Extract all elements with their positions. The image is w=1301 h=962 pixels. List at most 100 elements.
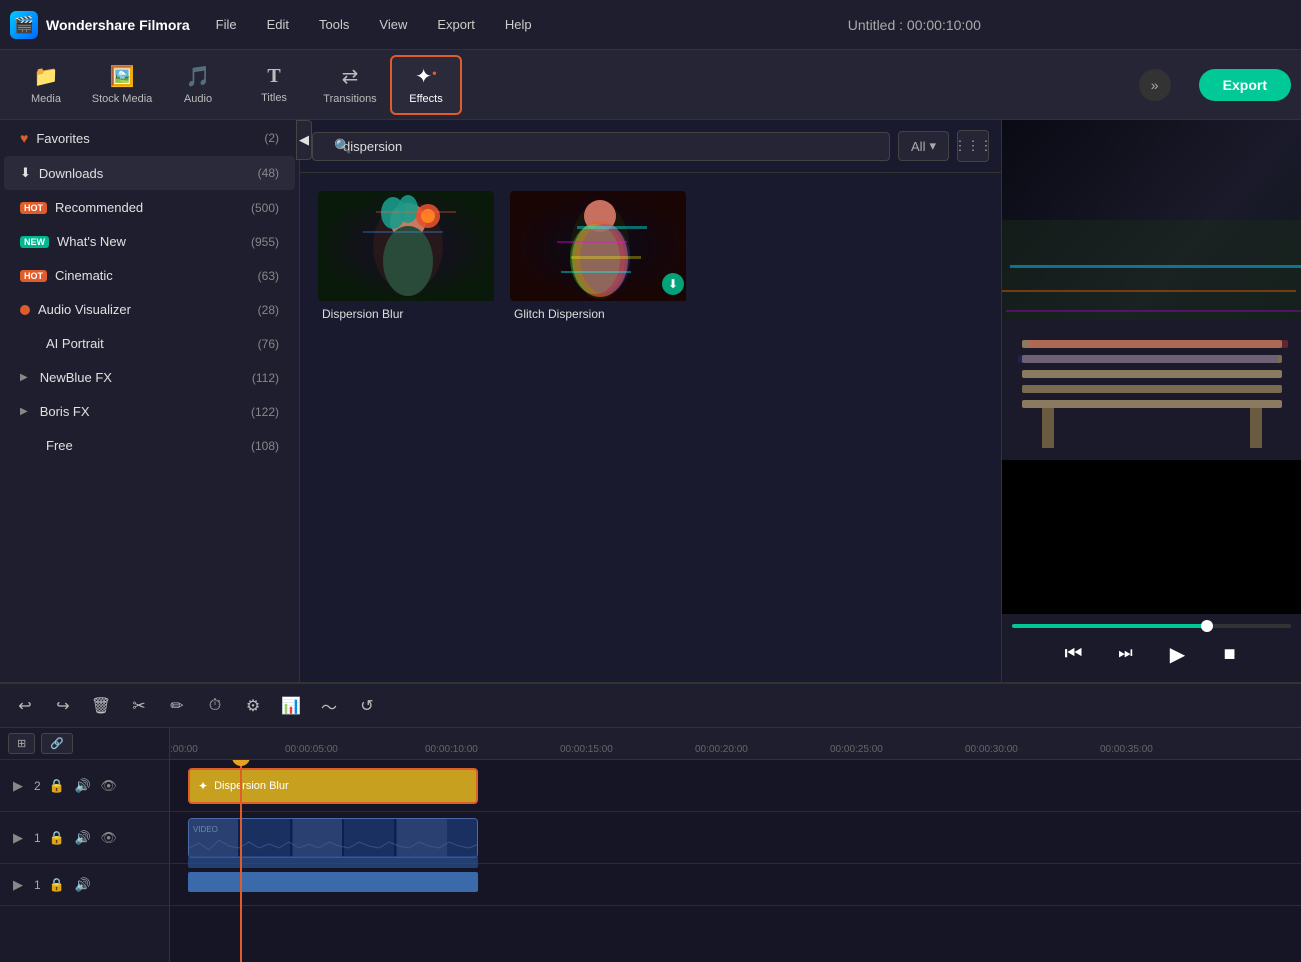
audio-lock[interactable]: 🔒 (47, 875, 67, 895)
effect-thumb-glitch-dispersion: ⬇ (510, 191, 688, 301)
menu-edit[interactable]: Edit (261, 13, 295, 36)
sidebar-item-newblue-fx[interactable]: ▶ NewBlue FX (112) (4, 361, 295, 394)
track-1-number: 1 (34, 831, 41, 845)
clip-star-icon: ✦ (198, 779, 208, 793)
toolbar-transitions[interactable]: ⇄ Transitions (314, 55, 386, 115)
sidebar-item-ai-portrait[interactable]: AI Portrait (76) (4, 327, 295, 360)
search-input[interactable] (312, 132, 890, 161)
menu-file[interactable]: File (210, 13, 243, 36)
sidebar-item-audio-visualizer[interactable]: Audio Visualizer (28) (4, 293, 295, 326)
track-1-audio[interactable]: 🔊 (73, 828, 93, 848)
menu-export[interactable]: Export (431, 13, 481, 36)
audio-levels-button[interactable]: 📊 (276, 691, 306, 721)
track-lane-2[interactable]: ✦ Dispersion Blur (170, 760, 1301, 812)
boris-count: (122) (251, 405, 279, 419)
filter-dropdown[interactable]: All ▾ (898, 131, 949, 161)
sidebar-item-cinematic[interactable]: HOT Cinematic (63) (4, 259, 295, 292)
toolbar-effects[interactable]: ✦● Effects (390, 55, 462, 115)
project-title: Untitled : 00:00:10:00 (538, 17, 1291, 33)
ai-portrait-label: AI Portrait (46, 336, 104, 351)
download-overlay-icon: ⬇ (662, 273, 684, 295)
timeline: ↩ ↪ 🗑 ✂ ✏ ⏱ ⚙ 📊 〜 ↺ ⊞ 🔗 ▶ 2 🔒 🔊 👁 ▶ (0, 682, 1301, 962)
waveform-button[interactable]: 〜 (314, 691, 344, 721)
downloads-count: (48) (258, 166, 279, 180)
toolbar-audio[interactable]: 🎵 Audio (162, 55, 234, 115)
step-back-button[interactable]: ⏭ (1108, 636, 1144, 672)
delete-button[interactable]: 🗑 (86, 691, 116, 721)
boris-collapse-icon: ▶ (20, 406, 28, 417)
effects-icon: ✦● (415, 64, 437, 89)
audio-play[interactable]: ▶ (8, 875, 28, 895)
sidebar-collapse-button[interactable]: ◀ (300, 120, 312, 160)
timeline-tracks-header: ⊞ 🔗 ▶ 2 🔒 🔊 👁 ▶ 1 🔒 🔊 👁 ▶ 1 🔒 (0, 728, 170, 962)
audio-mute[interactable]: 🔊 (73, 875, 93, 895)
track-lane-1[interactable]: VIDEO (170, 812, 1301, 864)
undo-button[interactable]: ↩ (10, 691, 40, 721)
sidebar-item-favorites[interactable]: ♥ Favorites (2) (4, 121, 295, 155)
audio-clip[interactable] (188, 872, 478, 892)
audio-track-lane[interactable] (170, 864, 1301, 906)
ai-portrait-count: (76) (258, 337, 279, 351)
app-logo: 🎬 Wondershare Filmora (10, 11, 190, 39)
app-name: Wondershare Filmora (46, 17, 190, 33)
rewind-button[interactable]: ⏮ (1056, 636, 1092, 672)
audio-icon: 🎵 (186, 64, 211, 89)
ruler-mark-25: 00:00:25:00 (830, 744, 883, 755)
track-2-play[interactable]: ▶ (8, 776, 28, 796)
cut-button[interactable]: ✂ (124, 691, 154, 721)
menu-tools[interactable]: Tools (313, 13, 355, 36)
audio-track-header: ▶ 1 🔒 🔊 (0, 864, 169, 906)
timeline-ruler[interactable]: :00:00 00:00:05:00 00:00:10:00 00:00:15:… (170, 728, 1301, 760)
ruler-mark-20: 00:00:20:00 (695, 744, 748, 755)
sidebar-item-downloads[interactable]: ⬇ Downloads (48) (4, 156, 295, 190)
sidebar-item-boris-fx[interactable]: ▶ Boris FX (122) (4, 395, 295, 428)
track-2-lock[interactable]: 🔒 (47, 776, 67, 796)
cinematic-count: (63) (258, 269, 279, 283)
add-clip-button[interactable]: ⊞ (8, 733, 35, 754)
track-1-play[interactable]: ▶ (8, 828, 28, 848)
titles-label: Titles (261, 92, 287, 104)
sidebar-item-whats-new[interactable]: NEW What's New (955) (4, 225, 295, 258)
redo-button[interactable]: ↪ (48, 691, 78, 721)
menu-bar: File Edit Tools View Export Help (210, 13, 538, 36)
filter-eq-button[interactable]: ⚙ (238, 691, 268, 721)
more-tools-button[interactable]: » (1139, 69, 1171, 101)
free-count: (108) (251, 439, 279, 453)
track-2-eye[interactable]: 👁 (99, 776, 119, 796)
menu-help[interactable]: Help (499, 13, 538, 36)
newblue-collapse-icon: ▶ (20, 372, 28, 383)
volume-track[interactable] (1012, 624, 1291, 628)
effect-card-dispersion-blur[interactable]: Dispersion Blur (316, 189, 496, 329)
track-1-eye[interactable]: 👁 (99, 828, 119, 848)
track-1-lock[interactable]: 🔒 (47, 828, 67, 848)
link-button[interactable]: 🔗 (41, 733, 73, 754)
timeline-toolbar: ↩ ↪ 🗑 ✂ ✏ ⏱ ⚙ 📊 〜 ↺ (0, 684, 1301, 728)
audio-visualizer-count: (28) (258, 303, 279, 317)
toolbar-titles[interactable]: T Titles (238, 55, 310, 115)
pen-tool-button[interactable]: ✏ (162, 691, 192, 721)
toolbar-media[interactable]: 📁 Media (10, 55, 82, 115)
video-clip[interactable]: VIDEO (188, 818, 478, 858)
timeline-body: ⊞ 🔗 ▶ 2 🔒 🔊 👁 ▶ 1 🔒 🔊 👁 ▶ 1 🔒 (0, 728, 1301, 962)
timeline-content: :00:00 00:00:05:00 00:00:10:00 00:00:15:… (170, 728, 1301, 962)
toolbar-stock-media[interactable]: 🖼️ Stock Media (86, 55, 158, 115)
volume-thumb[interactable] (1201, 620, 1213, 632)
play-button[interactable]: ▶ (1160, 636, 1196, 672)
track-2-audio[interactable]: 🔊 (73, 776, 93, 796)
grid-view-button[interactable]: ⋮⋮⋮ (957, 130, 989, 162)
export-button[interactable]: Export (1199, 69, 1291, 101)
stop-button[interactable]: ■ (1212, 636, 1248, 672)
timer-button[interactable]: ⏱ (200, 691, 230, 721)
sidebar-item-recommended[interactable]: HOT Recommended (500) (4, 191, 295, 224)
effects-label: Effects (409, 93, 442, 105)
effect-card-glitch-dispersion[interactable]: ⬇ Glitch Dispersion (508, 189, 688, 329)
favorites-count: (2) (264, 131, 279, 145)
audio-visualizer-label: Audio Visualizer (38, 302, 131, 317)
stock-media-label: Stock Media (92, 93, 153, 105)
rotate-button[interactable]: ↺ (352, 691, 382, 721)
effects-sidebar: ♥ Favorites (2) ⬇ Downloads (48) HOT Rec… (0, 120, 300, 682)
dispersion-blur-clip[interactable]: ✦ Dispersion Blur (188, 768, 478, 804)
sidebar-item-free[interactable]: Free (108) (4, 429, 295, 462)
newblue-label: NewBlue FX (40, 370, 112, 385)
menu-view[interactable]: View (373, 13, 413, 36)
